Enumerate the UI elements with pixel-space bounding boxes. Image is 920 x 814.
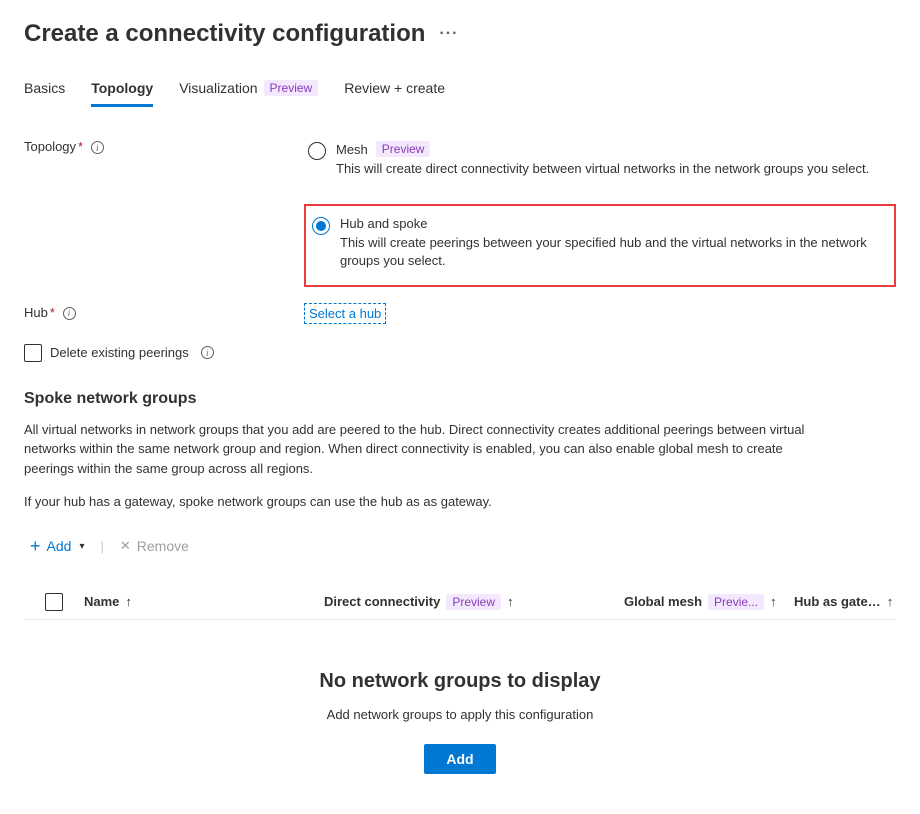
sort-up-icon: ↑ bbox=[507, 594, 514, 609]
radio-mesh-input[interactable] bbox=[308, 142, 326, 160]
table-header: Name↑ Direct connectivity Preview ↑ Glob… bbox=[24, 585, 896, 620]
empty-state: No network groups to display Add network… bbox=[24, 620, 896, 794]
preview-badge: Previe... bbox=[708, 594, 764, 610]
delete-peerings-checkbox[interactable] bbox=[24, 344, 42, 362]
radio-mesh-title: Mesh bbox=[336, 142, 368, 157]
radio-mesh-desc: This will create direct connectivity bet… bbox=[336, 160, 890, 178]
tab-review-create[interactable]: Review + create bbox=[344, 76, 445, 107]
sort-up-icon: ↑ bbox=[887, 594, 894, 609]
column-hub-as-gateway[interactable]: Hub as gate… ↑ bbox=[794, 594, 896, 609]
add-network-group-button[interactable]: Add bbox=[424, 744, 495, 774]
required-asterisk: * bbox=[50, 305, 55, 320]
empty-subtitle: Add network groups to apply this configu… bbox=[24, 707, 896, 722]
spoke-desc-2: If your hub has a gateway, spoke network… bbox=[24, 492, 834, 512]
select-hub-link[interactable]: Select a hub bbox=[304, 303, 386, 324]
empty-title: No network groups to display bbox=[24, 670, 896, 693]
preview-badge: Preview bbox=[376, 141, 431, 157]
delete-peerings-row: Delete existing peerings i bbox=[24, 344, 896, 362]
column-name[interactable]: Name↑ bbox=[84, 594, 324, 609]
radio-hub-spoke-input[interactable] bbox=[312, 217, 330, 235]
page-title-text: Create a connectivity configuration bbox=[24, 20, 425, 48]
preview-badge: Preview bbox=[264, 80, 319, 96]
spoke-heading: Spoke network groups bbox=[24, 390, 896, 408]
spoke-toolbar: + Add ▾ | ✕ Remove bbox=[24, 532, 896, 561]
radio-mesh[interactable]: Mesh Preview This will create direct con… bbox=[304, 137, 896, 188]
select-all-checkbox[interactable] bbox=[45, 593, 63, 611]
hub-row: Hub* i Select a hub bbox=[24, 303, 896, 324]
tab-topology[interactable]: Topology bbox=[91, 76, 153, 107]
tab-visualization[interactable]: Visualization Preview bbox=[179, 76, 318, 107]
column-direct-connectivity[interactable]: Direct connectivity Preview ↑ bbox=[324, 594, 624, 610]
spoke-desc-1: All virtual networks in network groups t… bbox=[24, 420, 834, 479]
tab-basics[interactable]: Basics bbox=[24, 76, 65, 107]
remove-button: ✕ Remove bbox=[114, 534, 195, 558]
preview-badge: Preview bbox=[446, 594, 501, 610]
info-icon[interactable]: i bbox=[201, 346, 214, 359]
chevron-down-icon: ▾ bbox=[79, 541, 84, 552]
column-global-mesh[interactable]: Global mesh Previe... ↑ bbox=[624, 594, 794, 610]
add-button[interactable]: + Add ▾ bbox=[24, 532, 90, 561]
more-icon[interactable]: ··· bbox=[439, 25, 458, 43]
topology-label: Topology* i bbox=[24, 137, 304, 293]
required-asterisk: * bbox=[78, 139, 83, 154]
plus-icon: + bbox=[30, 536, 41, 557]
info-icon[interactable]: i bbox=[91, 141, 104, 154]
x-icon: ✕ bbox=[120, 538, 131, 554]
page-title: Create a connectivity configuration ··· bbox=[24, 20, 896, 48]
hub-label: Hub* i bbox=[24, 303, 304, 324]
info-icon[interactable]: i bbox=[63, 307, 76, 320]
tab-bar: Basics Topology Visualization Preview Re… bbox=[24, 76, 896, 107]
delete-peerings-label: Delete existing peerings bbox=[50, 345, 189, 360]
radio-hub-spoke-title: Hub and spoke bbox=[340, 216, 427, 231]
sort-up-icon: ↑ bbox=[125, 594, 132, 609]
toolbar-separator: | bbox=[100, 539, 103, 554]
sort-up-icon: ↑ bbox=[770, 594, 777, 609]
radio-hub-spoke-desc: This will create peerings between your s… bbox=[340, 234, 888, 270]
topology-row: Topology* i Mesh Preview This will creat… bbox=[24, 137, 896, 293]
radio-hub-spoke[interactable]: Hub and spoke This will create peerings … bbox=[304, 204, 896, 286]
